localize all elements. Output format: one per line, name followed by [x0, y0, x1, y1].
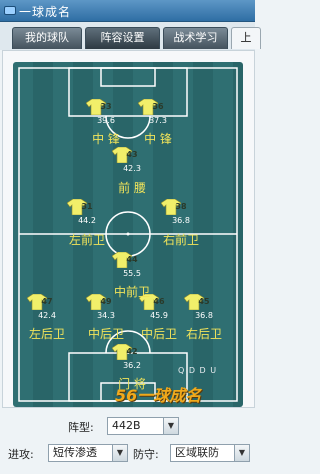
- position-label-rb: 右后卫: [185, 327, 222, 341]
- player-rating: 34.3: [97, 311, 115, 320]
- tab-bar: 我的球队 阵容设置 战术学习 上: [0, 22, 261, 50]
- player-am[interactable]: 43 42.3: [112, 147, 152, 177]
- defense-select[interactable]: 区域联防 ▼: [170, 444, 250, 462]
- attack-select[interactable]: 短传渗透 ▼: [48, 444, 128, 462]
- defense-value: 区域联防: [175, 446, 219, 459]
- player-gk[interactable]: 42 36.2: [112, 344, 152, 374]
- player-rating: 36.2: [123, 361, 141, 370]
- player-cf-right[interactable]: 36 37.3: [138, 99, 178, 129]
- player-number: 38: [175, 202, 187, 211]
- player-number: 44: [126, 255, 138, 264]
- attack-value: 短传渗透: [53, 446, 97, 459]
- player-number: 33: [100, 102, 112, 111]
- tab-more[interactable]: 上: [231, 27, 261, 49]
- player-rating: 42.3: [123, 164, 141, 173]
- position-label-cf-left: 中 锋: [92, 132, 120, 146]
- player-lm[interactable]: 31 44.2: [67, 199, 107, 229]
- formation-label: 阵型:: [68, 421, 94, 434]
- football-pitch: 33 39.6 36 37.3 43 42.3 31 44.2 38 36.8 …: [13, 62, 243, 407]
- player-number: 31: [81, 202, 93, 211]
- formation-value: 442B: [112, 419, 141, 432]
- attack-label: 进攻:: [8, 448, 34, 461]
- player-number: 47: [41, 297, 53, 306]
- player-rating: 39.6: [97, 116, 115, 125]
- app-icon: [4, 6, 16, 15]
- chevron-down-icon[interactable]: ▼: [112, 445, 127, 461]
- title-bar: 一球成名: [0, 0, 255, 22]
- player-rating: 42.4: [38, 311, 56, 320]
- position-label-cb-left: 中后卫: [87, 327, 124, 341]
- window-title: 一球成名: [19, 5, 72, 19]
- player-rating: 55.5: [123, 269, 141, 278]
- position-label-lm: 左前卫: [68, 233, 105, 247]
- player-cm[interactable]: 44 55.5: [112, 252, 152, 282]
- position-label-am: 前 腰: [118, 181, 146, 195]
- player-rating: 37.3: [149, 116, 167, 125]
- player-number: 36: [152, 102, 164, 111]
- chevron-down-icon[interactable]: ▼: [234, 445, 249, 461]
- defense-label: 防守:: [133, 448, 159, 461]
- chevron-down-icon[interactable]: ▼: [163, 418, 178, 434]
- player-rating: 45.9: [150, 311, 168, 320]
- player-number: 45: [198, 297, 210, 306]
- player-rb[interactable]: 45 36.8: [184, 294, 224, 324]
- formation-select[interactable]: 442B ▼: [107, 417, 179, 435]
- tactics-controls: 阵型: 442B ▼ 进攻: 短传渗透 ▼ 防守: 区域联防 ▼: [0, 408, 255, 474]
- player-rating: 36.8: [172, 216, 190, 225]
- position-label-rm: 右前卫: [162, 233, 199, 247]
- position-label-cm: 中前卫: [113, 285, 150, 299]
- watermark-text: Q D D U: [178, 366, 218, 375]
- player-rating: 36.8: [195, 311, 213, 320]
- position-label-lb: 左后卫: [28, 327, 65, 341]
- tab-lineup-settings[interactable]: 阵容设置: [85, 27, 160, 49]
- player-number: 43: [126, 150, 138, 159]
- player-cf-left[interactable]: 33 39.6: [86, 99, 126, 129]
- player-lb[interactable]: 47 42.4: [27, 294, 67, 324]
- position-label-cf-right: 中 锋: [144, 132, 172, 146]
- tab-tactics-study[interactable]: 战术学习: [163, 27, 228, 49]
- tab-my-team[interactable]: 我的球队: [12, 27, 82, 49]
- player-rm[interactable]: 38 36.8: [161, 199, 201, 229]
- player-number: 42: [126, 347, 138, 356]
- game-logo: 56一球成名: [115, 386, 202, 405]
- player-rating: 44.2: [78, 216, 96, 225]
